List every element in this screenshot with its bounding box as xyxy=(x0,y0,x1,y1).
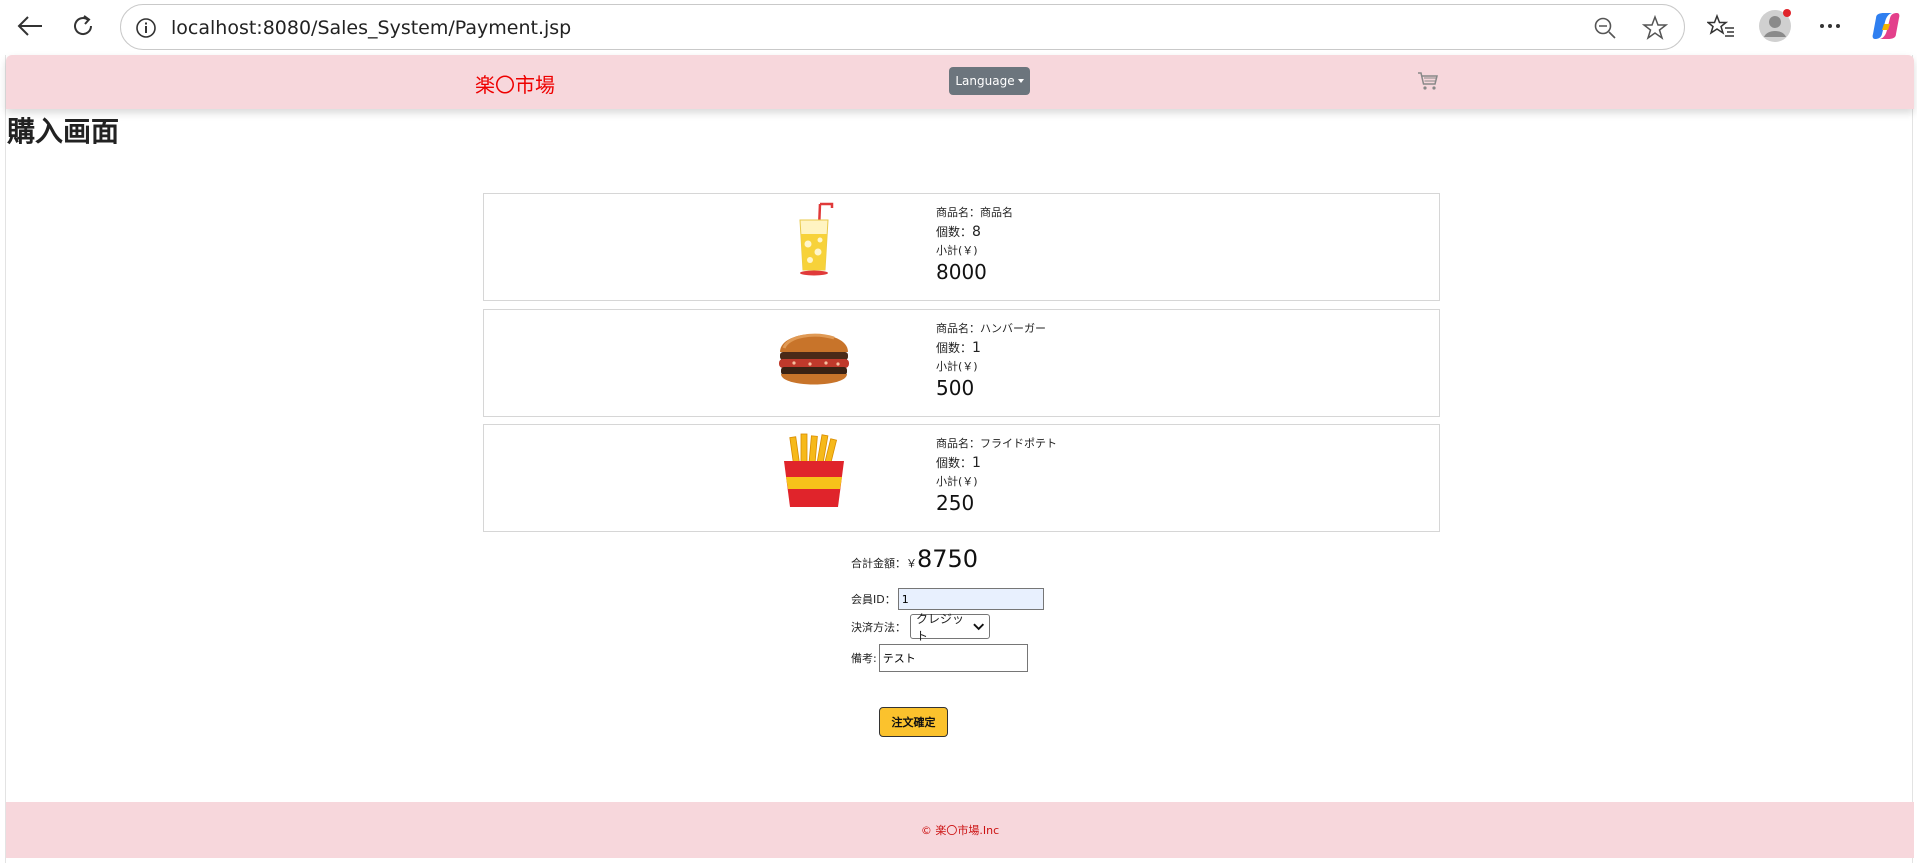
page-title: 購入画面 xyxy=(7,115,120,148)
item-name: フライドポテト xyxy=(980,437,1057,450)
member-id-label: 会員ID： xyxy=(851,593,896,606)
cart-icon[interactable] xyxy=(1417,71,1439,91)
favorites-list-icon xyxy=(1707,13,1734,37)
cart-item: 商品名：商品名 個数：8 小計(￥) 8000 xyxy=(483,193,1440,301)
item-name-label: 商品名： xyxy=(936,437,980,450)
note-row: 備考: xyxy=(851,644,1028,672)
item-qty: 1 xyxy=(972,455,981,471)
avatar-icon xyxy=(1759,9,1791,42)
copilot-button[interactable] xyxy=(1868,8,1904,44)
copilot-icon xyxy=(1872,13,1900,39)
item-subtotal-label: 小計(￥) xyxy=(936,360,978,373)
item-info: 商品名：フライドポテト 個数：1 小計(￥) 250 xyxy=(936,435,1057,515)
language-label: Language xyxy=(955,74,1015,88)
reload-icon xyxy=(74,15,93,35)
item-name-label: 商品名： xyxy=(936,206,980,219)
confirm-order-button[interactable]: 注文確定 xyxy=(879,707,948,737)
payment-method-select[interactable]: クレジット xyxy=(910,612,990,643)
hamburger-icon xyxy=(779,333,849,385)
ellipsis-icon xyxy=(1820,24,1840,28)
item-subtotal-label: 小計(￥) xyxy=(936,475,978,488)
item-qty: 1 xyxy=(972,340,981,356)
item-name: 商品名 xyxy=(980,206,1013,219)
total-value: 8750 xyxy=(917,545,979,573)
footer-copyright: © 楽〇市場.Inc xyxy=(920,824,1000,837)
zoom-out-icon[interactable] xyxy=(1592,15,1618,41)
site-info-icon[interactable] xyxy=(135,17,157,39)
fries-icon xyxy=(784,433,844,507)
note-label: 備考: xyxy=(851,652,877,665)
note-input[interactable] xyxy=(878,644,1028,672)
cart-item: 商品名：ハンバーガー 個数：1 小計(￥) 500 xyxy=(483,309,1440,417)
address-bar[interactable]: localhost:8080/Sales_System/Payment.jsp xyxy=(120,4,1685,50)
language-dropdown-button[interactable]: Language xyxy=(949,67,1030,95)
item-subtotal-label: 小計(￥) xyxy=(936,244,978,257)
reload-button[interactable] xyxy=(65,8,101,44)
cart-item: 商品名：フライドポテト 個数：1 小計(￥) 250 xyxy=(483,424,1440,532)
favorites-button[interactable] xyxy=(1703,8,1739,44)
payment-method-row: 決済方法： クレジット xyxy=(851,612,990,643)
url-text[interactable]: localhost:8080/Sales_System/Payment.jsp xyxy=(171,17,571,39)
total-amount: 合計金額：￥8750 xyxy=(851,545,978,573)
member-id-input[interactable] xyxy=(897,588,1044,610)
item-qty: 8 xyxy=(972,224,981,240)
item-qty-label: 個数： xyxy=(936,225,973,239)
brand-logo[interactable]: 楽〇市場 xyxy=(475,69,555,98)
payment-method-label: 決済方法： xyxy=(851,620,906,634)
profile-button[interactable] xyxy=(1757,8,1793,44)
item-subtotal: 500 xyxy=(936,376,975,400)
favorite-star-icon[interactable] xyxy=(1642,15,1668,41)
item-qty-label: 個数： xyxy=(936,456,973,470)
total-label: 合計金額：￥ xyxy=(851,557,917,570)
payment-method-value: クレジット xyxy=(916,611,965,643)
back-arrow-icon xyxy=(17,16,42,36)
juice-icon xyxy=(799,202,834,276)
back-button[interactable] xyxy=(12,8,48,44)
more-menu-button[interactable] xyxy=(1812,8,1848,44)
browser-toolbar: localhost:8080/Sales_System/Payment.jsp xyxy=(0,0,1917,54)
member-id-row: 会員ID： xyxy=(851,588,1044,610)
caret-down-icon xyxy=(1017,79,1024,83)
item-info: 商品名：ハンバーガー 個数：1 小計(￥) 500 xyxy=(936,320,1046,400)
site-navbar: 楽〇市場 Language xyxy=(6,55,1914,109)
item-info: 商品名：商品名 個数：8 小計(￥) 8000 xyxy=(936,204,1013,284)
item-subtotal: 8000 xyxy=(936,260,987,284)
page-body: 楽〇市場 Language 購入画面 商品名：商品名 個数：8 小計(￥) 80… xyxy=(5,55,1914,863)
item-subtotal: 250 xyxy=(936,491,975,515)
item-name-label: 商品名： xyxy=(936,322,980,335)
site-footer: © 楽〇市場.Inc xyxy=(6,802,1914,858)
chevron-down-icon xyxy=(972,623,984,630)
item-name: ハンバーガー xyxy=(980,322,1046,335)
item-qty-label: 個数： xyxy=(936,341,973,355)
